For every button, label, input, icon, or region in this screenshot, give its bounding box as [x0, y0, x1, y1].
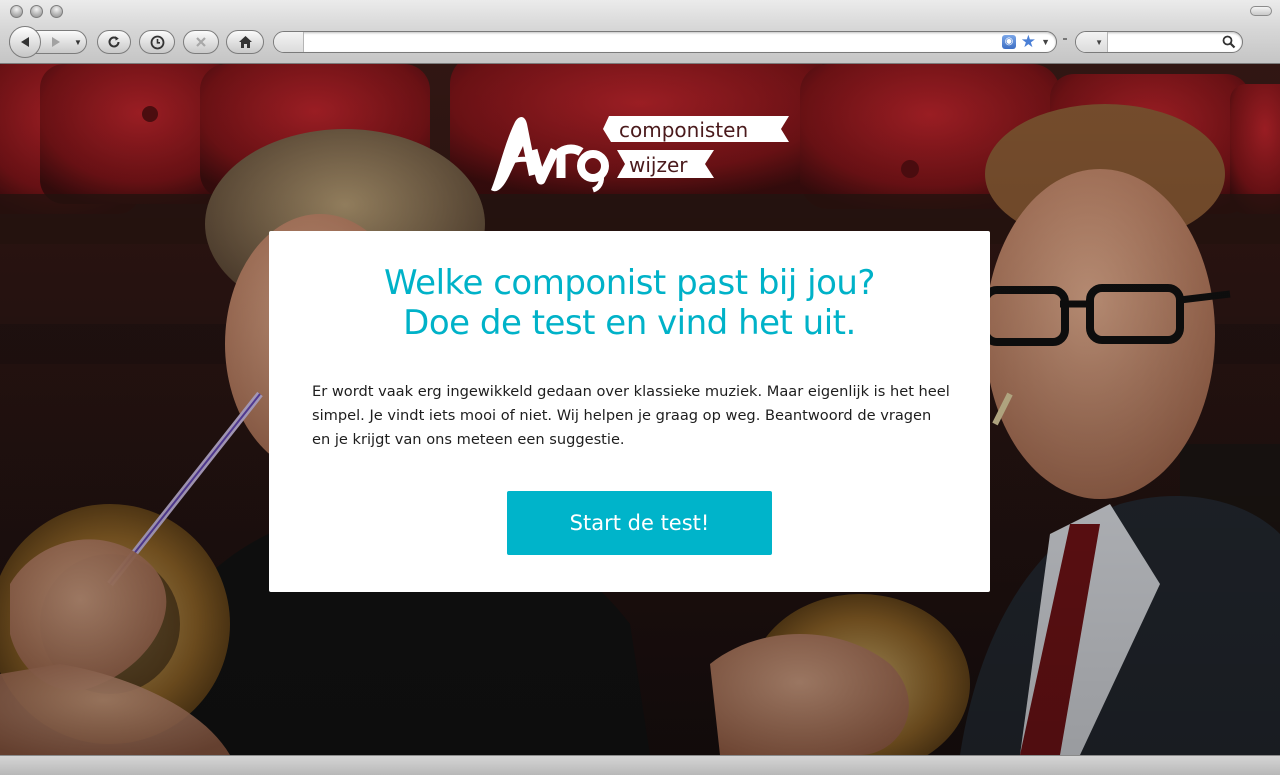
home-button[interactable] — [226, 30, 264, 54]
browser-window: ▼ ◉ ★ ▼ ▼ componisten wijzer Welke compo… — [0, 0, 1280, 775]
toolbar-separator — [1063, 38, 1067, 40]
back-button[interactable] — [9, 25, 41, 58]
magnifier-icon[interactable] — [1222, 35, 1236, 49]
star-icon[interactable]: ★ — [1021, 32, 1036, 52]
stop-button[interactable] — [183, 30, 219, 54]
page-title: Welke componist past bij jou? Doe de tes… — [269, 263, 990, 343]
chevron-down-icon[interactable]: ▼ — [1041, 35, 1050, 49]
back-forward-control: ▼ — [9, 25, 87, 58]
forward-arrow-icon — [52, 37, 60, 47]
chevron-down-icon: ▼ — [1095, 37, 1103, 47]
start-test-button[interactable]: Start de test! — [507, 491, 772, 555]
reload-icon — [108, 36, 120, 48]
search-bar[interactable]: ▼ — [1075, 31, 1243, 53]
rss-icon[interactable]: ◉ — [1002, 35, 1016, 49]
intro-text: Er wordt vaak erg ingewikkeld gedaan ove… — [312, 383, 950, 448]
address-bar[interactable]: ◉ ★ ▼ — [273, 31, 1057, 53]
history-button[interactable] — [139, 30, 175, 54]
page-viewport: componisten wijzer Welke componist past … — [0, 64, 1280, 755]
window-bottom-bar — [0, 755, 1280, 775]
avro-componistenwijzer-logo[interactable]: componisten wijzer — [489, 112, 791, 198]
logo-line-1: componisten — [619, 118, 748, 142]
search-engine-selector[interactable]: ▼ — [1076, 32, 1108, 52]
forward-button[interactable] — [41, 31, 71, 53]
logo-line-2: wijzer — [629, 153, 688, 177]
close-icon — [196, 37, 206, 47]
logo-graphic: componisten wijzer — [491, 116, 789, 193]
clock-icon — [150, 35, 164, 49]
window-controls — [10, 5, 63, 18]
page-title-line-2: Doe de test en vind het uit. — [403, 303, 856, 343]
back-arrow-icon — [21, 36, 29, 47]
home-icon — [238, 36, 252, 48]
zoom-window-button[interactable] — [50, 5, 63, 18]
reload-button[interactable] — [97, 30, 131, 54]
intro-card: Welke componist past bij jou? Doe de tes… — [269, 231, 990, 592]
page-title-line-1: Welke componist past bij jou? — [384, 263, 875, 303]
browser-toolbar: ▼ ◉ ★ ▼ ▼ — [0, 0, 1280, 64]
history-menu-button[interactable]: ▼ — [71, 31, 85, 53]
toolbar-toggle-button[interactable] — [1250, 6, 1272, 16]
minimize-window-button[interactable] — [30, 5, 43, 18]
site-icon-area — [274, 32, 304, 52]
close-window-button[interactable] — [10, 5, 23, 18]
chevron-down-icon: ▼ — [74, 37, 82, 47]
